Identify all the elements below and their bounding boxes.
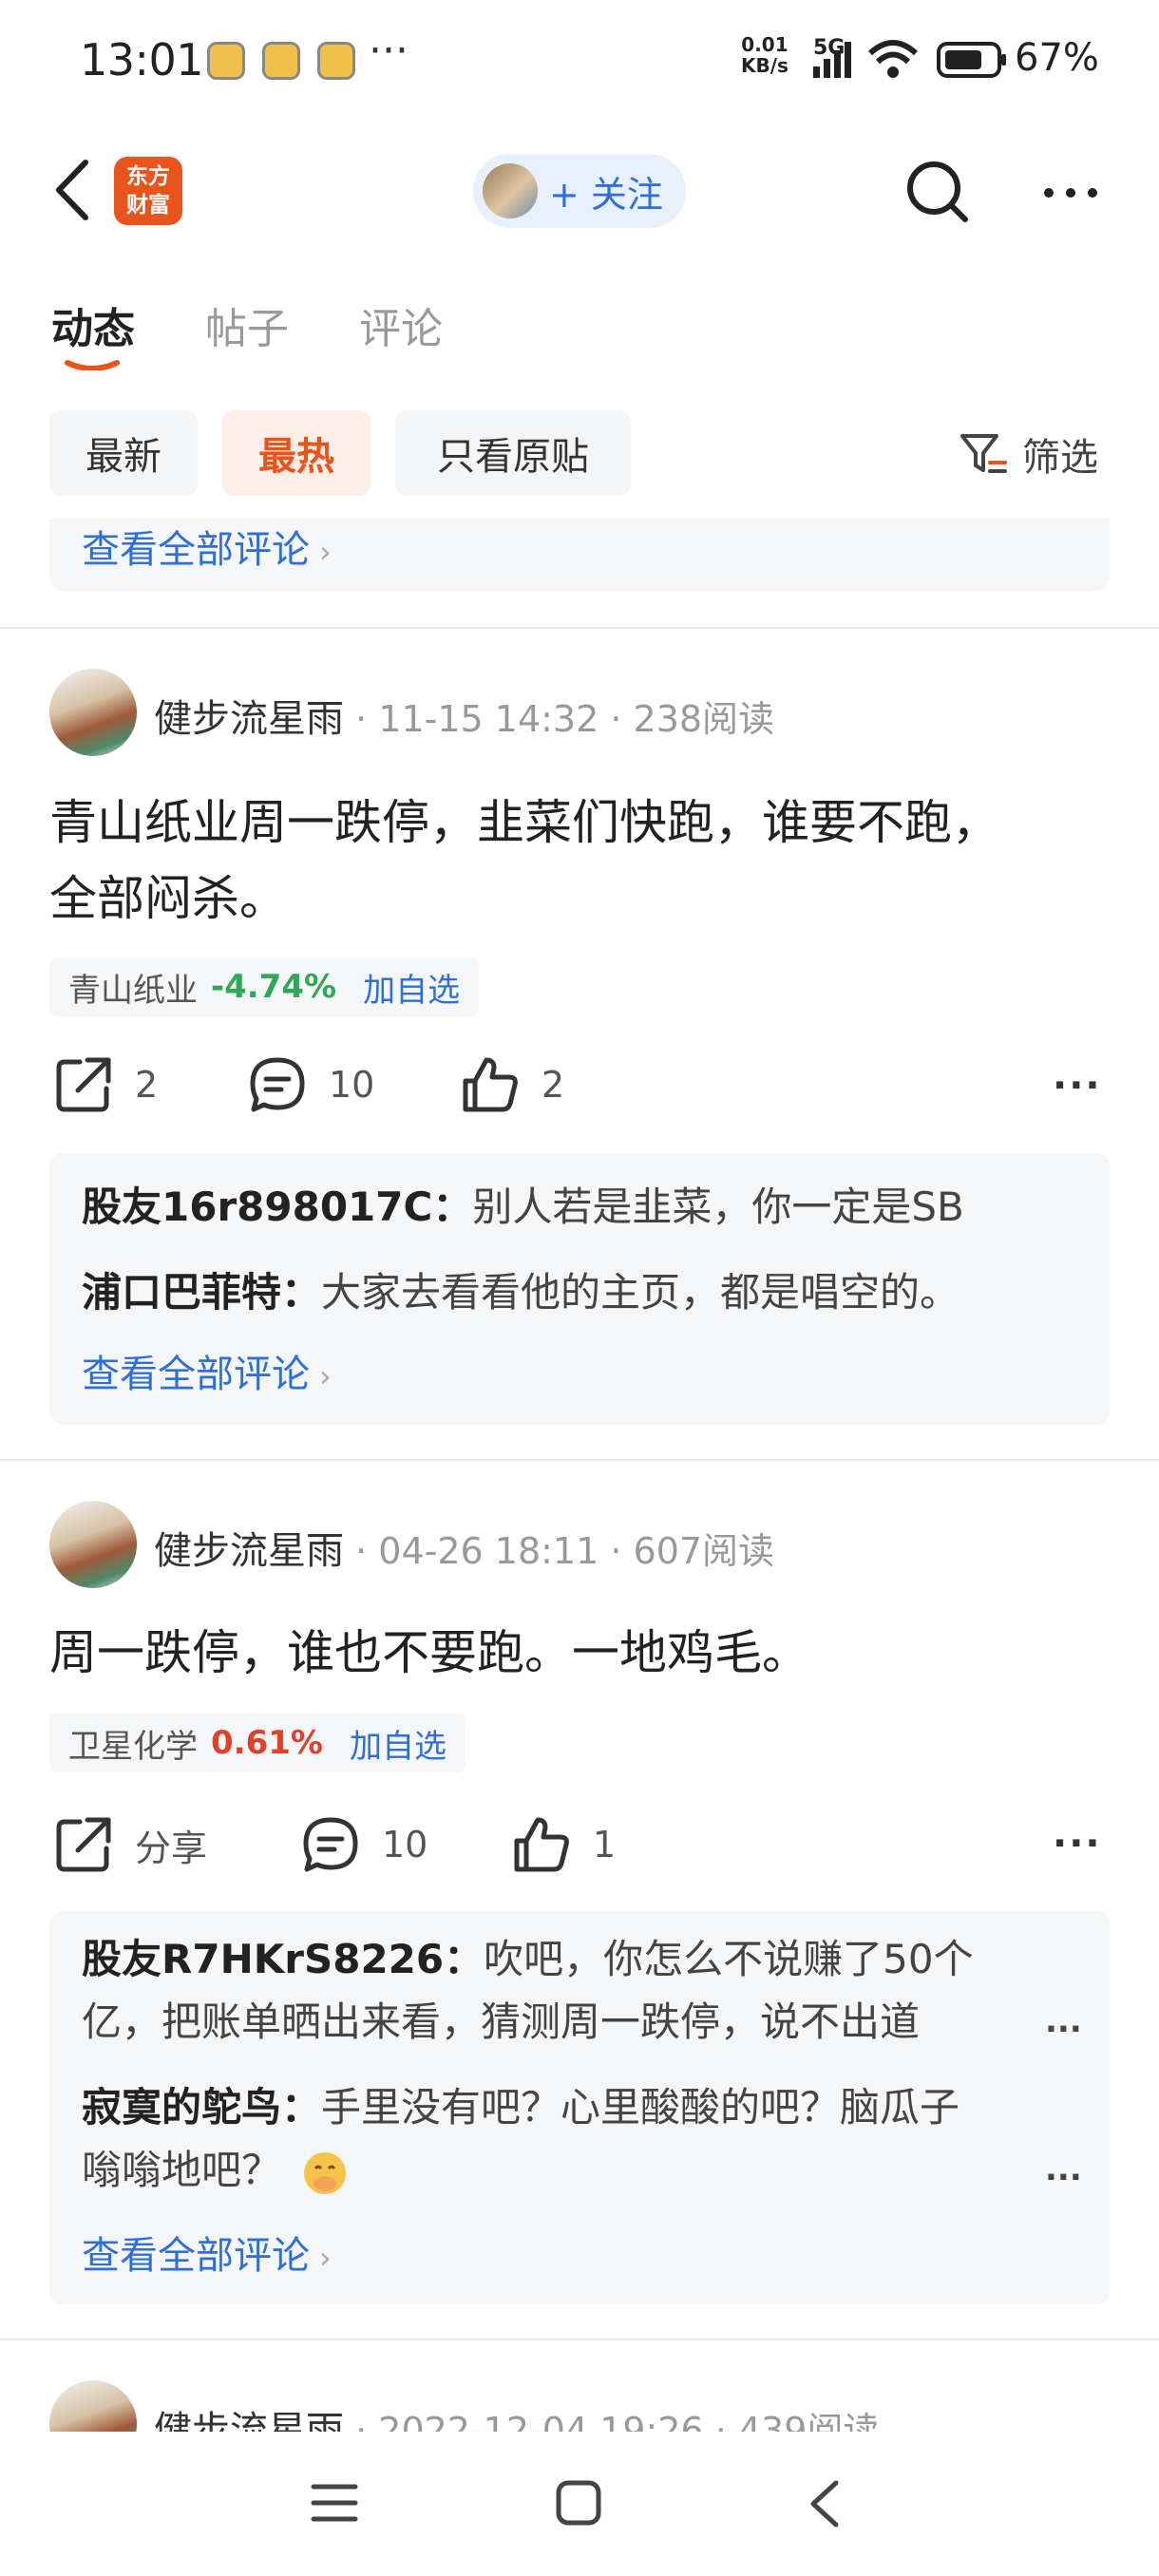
follow-button[interactable]: + 关注 xyxy=(473,154,686,228)
share-button[interactable]: 2 xyxy=(53,1054,158,1115)
status-time: 13:01 xyxy=(80,34,204,85)
comment-item-continued[interactable]: 嗡嗡地吧？ xyxy=(82,2139,1032,2202)
author-name[interactable]: 健步流星雨 xyxy=(154,2409,344,2432)
author-name[interactable]: 健步流星雨 xyxy=(154,1529,344,1573)
comment-item[interactable]: 股友16r898017C：别人若是韭菜，你一定是SB xyxy=(82,1176,1089,1239)
post-partial: 健步流星雨 · 2022-12-04 19:26 · 439阅读 xyxy=(0,2339,1159,2432)
comment-box: 股友16r898017C：别人若是韭菜，你一定是SB 浦口巴菲特：大家去看看他的… xyxy=(49,1153,1110,1425)
share-button[interactable]: 分享 xyxy=(53,1814,207,1875)
filter-label: 筛选 xyxy=(1022,436,1098,480)
stock-tag[interactable]: 青山纸业 -4.74% 加自选 xyxy=(49,957,480,1016)
follow-label: + 关注 xyxy=(549,173,663,216)
comment-box: 股友R7HKrS8226：吹吧，你怎么不说赚了50个 亿，把账单晒出来看，猜测周… xyxy=(49,1911,1110,2304)
comment-box: 查看全部评论 › xyxy=(49,519,1110,591)
share-icon xyxy=(56,1817,111,1872)
notification-app-icon xyxy=(262,42,300,80)
system-nav-bar xyxy=(0,2432,1159,2576)
comment-item[interactable]: 股友R7HKrS8226：吹吧，你怎么不说赚了50个 xyxy=(82,1928,1032,1991)
post-meta: 健步流星雨 · 2022-12-04 19:26 · 439阅读 xyxy=(154,2399,879,2432)
divider xyxy=(0,627,1159,629)
emoji-icon xyxy=(304,2151,347,2194)
add-watchlist-link[interactable]: 加自选 xyxy=(363,964,460,1011)
like-button[interactable]: 1 xyxy=(511,1814,616,1875)
filter-button[interactable]: 筛选 xyxy=(958,426,1098,483)
comment-item[interactable]: 浦口巴菲特：大家去看看他的主页，都是唱空的。 xyxy=(82,1261,1089,1324)
avatar[interactable] xyxy=(49,2380,137,2432)
battery-percent: 67% xyxy=(1015,36,1099,80)
avatar[interactable] xyxy=(49,669,137,756)
add-watchlist-link[interactable]: 加自选 xyxy=(350,1720,446,1767)
post-more-button[interactable]: ··· xyxy=(1053,1064,1102,1108)
battery-icon xyxy=(937,42,1006,78)
thumbs-up-icon xyxy=(514,1817,569,1872)
tab-dynamic[interactable]: 动态 xyxy=(51,294,135,355)
more-dots-icon[interactable] xyxy=(1041,169,1100,217)
comment-item-continued[interactable]: 亿，把账单晒出来看，猜测周一跌停，说不出道 xyxy=(82,1991,1032,2054)
status-overflow: ··· xyxy=(369,27,408,75)
share-icon xyxy=(56,1057,111,1112)
brand-logo: 东方 财富 xyxy=(114,157,182,225)
comment-button[interactable]: 10 xyxy=(247,1054,374,1115)
stock-change: -4.74% xyxy=(211,968,337,1006)
truncation-ellipsis: ... xyxy=(1045,2002,1082,2040)
view-all-comments-link[interactable]: 查看全部评论 › xyxy=(82,1343,332,1398)
tab-posts[interactable]: 帖子 xyxy=(205,294,289,355)
post-meta: 健步流星雨 · 11-15 14:32 · 238阅读 xyxy=(154,697,775,741)
like-button[interactable]: 2 xyxy=(460,1054,564,1115)
tab-underline xyxy=(65,360,120,370)
post-meta: 健步流星雨 · 04-26 18:11 · 607阅读 xyxy=(154,1529,775,1573)
view-all-comments-link[interactable]: 查看全部评论 › xyxy=(82,519,332,574)
stock-name: 青山纸业 xyxy=(68,971,198,1010)
tab-comments[interactable]: 评论 xyxy=(359,294,443,355)
divider xyxy=(0,1459,1159,1461)
menu-icon[interactable] xyxy=(310,2479,359,2527)
chip-hottest[interactable]: 最热 xyxy=(222,410,370,496)
avatar[interactable] xyxy=(49,1501,137,1588)
wifi-icon xyxy=(867,40,919,78)
nav-back-icon[interactable] xyxy=(806,2479,844,2529)
home-square-icon[interactable] xyxy=(555,2479,602,2527)
chip-latest[interactable]: 最新 xyxy=(49,410,198,496)
post-body[interactable]: 周一跌停，谁也不要跑。一地鸡毛。 xyxy=(49,1615,1123,1691)
comment-button[interactable]: 10 xyxy=(300,1814,428,1875)
notification-app-icon xyxy=(207,42,245,80)
user-avatar xyxy=(483,163,538,218)
view-all-comments-link[interactable]: 查看全部评论 › xyxy=(82,2225,332,2280)
comment-bubble-icon xyxy=(250,1057,305,1112)
stock-tag[interactable]: 卫星化学 0.61% 加自选 xyxy=(49,1714,466,1772)
post-body[interactable]: 青山纸业周一跌停，韭菜们快跑，谁要不跑， 全部闷杀。 xyxy=(49,785,1123,937)
notification-app-icon xyxy=(317,42,355,80)
stock-change: 0.61% xyxy=(211,1724,323,1762)
back-arrow-icon[interactable] xyxy=(49,157,97,223)
search-icon[interactable] xyxy=(902,157,971,225)
filter-funnel-icon xyxy=(960,434,1007,473)
author-name[interactable]: 健步流星雨 xyxy=(154,697,344,741)
thumbs-up-icon xyxy=(463,1057,518,1112)
stock-name: 卫星化学 xyxy=(68,1727,198,1766)
chip-original-only[interactable]: 只看原贴 xyxy=(395,410,631,496)
truncation-ellipsis: ... xyxy=(1045,2150,1082,2188)
comment-bubble-icon xyxy=(303,1817,358,1872)
signal-icon xyxy=(813,42,851,78)
comment-item[interactable]: 寂寞的鸵鸟：手里没有吧？心里酸酸的吧？脑瓜子 xyxy=(82,2076,1032,2139)
network-speed: 0.01 KB/s xyxy=(741,33,788,77)
post-more-button[interactable]: ··· xyxy=(1053,1822,1102,1866)
